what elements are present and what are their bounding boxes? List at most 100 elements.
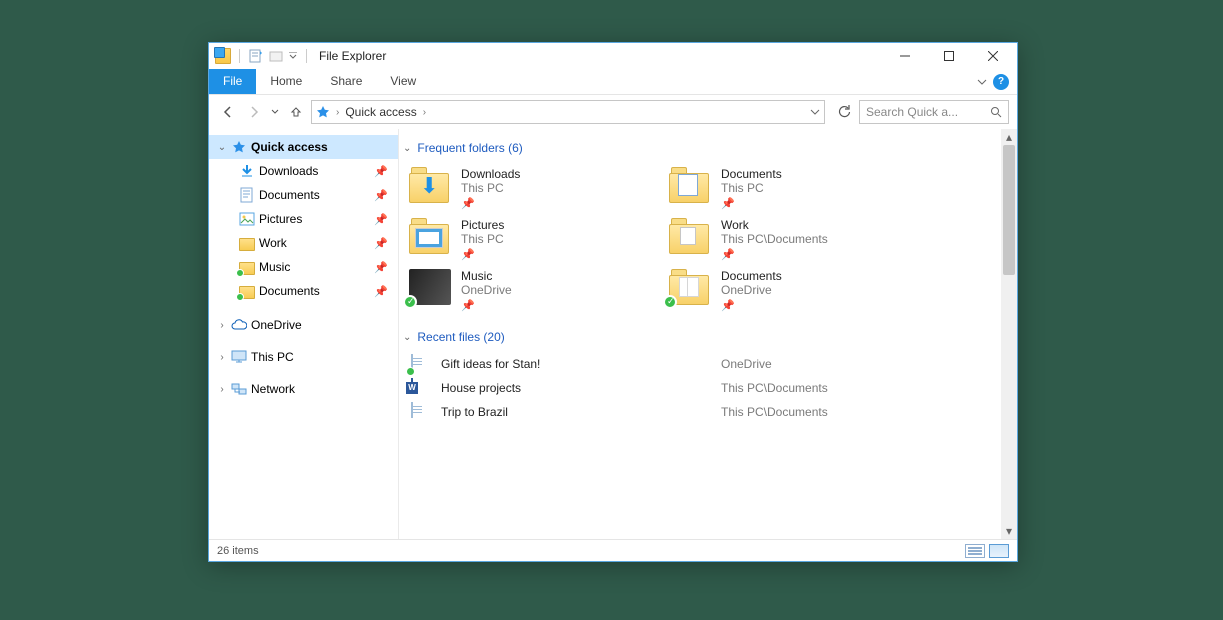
tree-item-pictures[interactable]: Pictures 📌 xyxy=(209,207,398,231)
tree-this-pc[interactable]: › This PC xyxy=(209,345,398,369)
folder-name: Work xyxy=(721,218,828,232)
folder-icon xyxy=(409,218,451,254)
ribbon-expand-icon[interactable] xyxy=(977,77,987,87)
vertical-scrollbar[interactable]: ▴ ▾ xyxy=(1001,129,1017,539)
details-view-button[interactable] xyxy=(965,544,985,558)
status-bar: 26 items xyxy=(209,539,1017,561)
window-title: File Explorer xyxy=(319,49,386,63)
document-icon xyxy=(411,355,427,373)
items-view[interactable]: ⌄ Frequent folders (6) ⬇ Downloads This … xyxy=(399,129,1001,539)
file-name: House projects xyxy=(441,381,721,395)
help-icon[interactable]: ? xyxy=(993,74,1009,90)
recent-files-list: Gift ideas for Stan! OneDrive House proj… xyxy=(403,352,997,424)
file-location: This PC\Documents xyxy=(721,381,828,395)
maximize-button[interactable] xyxy=(927,43,971,69)
tree-network[interactable]: › Network xyxy=(209,377,398,401)
tree-quick-access[interactable]: ⌄ Quick access xyxy=(209,135,398,159)
chevron-right-icon[interactable]: › xyxy=(217,320,227,331)
file-row[interactable]: Gift ideas for Stan! OneDrive xyxy=(403,352,997,376)
pin-icon: 📌 xyxy=(721,299,782,312)
folder-tile[interactable]: Documents OneDrive 📌 xyxy=(663,265,923,316)
folder-location: OneDrive xyxy=(461,283,512,297)
scroll-thumb[interactable] xyxy=(1003,145,1015,275)
folder-tile[interactable]: Music OneDrive 📌 xyxy=(403,265,663,316)
search-box[interactable]: Search Quick a... xyxy=(859,100,1009,124)
address-dropdown-icon[interactable] xyxy=(810,107,820,117)
pin-icon: 📌 xyxy=(374,237,388,250)
forward-button[interactable] xyxy=(243,101,265,123)
breadcrumb-quick-access[interactable]: Quick access xyxy=(345,105,416,119)
qat-properties-icon[interactable] xyxy=(248,48,264,64)
file-row[interactable]: House projects This PC\Documents xyxy=(403,376,997,400)
folder-icon xyxy=(669,218,711,254)
app-icon xyxy=(215,48,231,64)
chevron-right-icon[interactable]: › xyxy=(423,107,426,118)
separator xyxy=(306,49,307,63)
file-overlay-icon xyxy=(687,277,699,297)
folder-tile[interactable]: Pictures This PC 📌 xyxy=(403,214,663,265)
pin-icon: 📌 xyxy=(374,261,388,274)
qat-newfolder-icon[interactable] xyxy=(268,48,284,64)
tab-view[interactable]: View xyxy=(376,69,430,94)
back-button[interactable] xyxy=(217,101,239,123)
search-placeholder: Search Quick a... xyxy=(866,105,958,119)
chevron-right-icon[interactable]: › xyxy=(217,384,227,395)
group-header-recent[interactable]: ⌄ Recent files (20) xyxy=(403,330,997,344)
folder-tile[interactable]: Documents This PC 📌 xyxy=(663,163,923,214)
chevron-down-icon: ⌄ xyxy=(403,143,411,154)
document-icon xyxy=(411,403,427,421)
tree-item-documents-2[interactable]: Documents 📌 xyxy=(209,279,398,303)
tab-file[interactable]: File xyxy=(209,69,256,94)
tree-item-music[interactable]: Music 📌 xyxy=(209,255,398,279)
folder-name: Documents xyxy=(721,167,782,181)
download-arrow-icon: ⬇ xyxy=(420,175,438,197)
chevron-down-icon[interactable]: ⌄ xyxy=(217,142,227,153)
tree-item-documents[interactable]: Documents 📌 xyxy=(209,183,398,207)
ribbon: File Home Share View ? xyxy=(209,69,1017,95)
minimize-button[interactable] xyxy=(883,43,927,69)
tree-label: Work xyxy=(259,236,287,250)
folder-location: This PC xyxy=(461,181,520,195)
pin-icon: 📌 xyxy=(374,285,388,298)
tree-label: Documents xyxy=(259,188,320,202)
up-button[interactable] xyxy=(285,101,307,123)
file-row[interactable]: Trip to Brazil This PC\Documents xyxy=(403,400,997,424)
item-count-label: 26 items xyxy=(217,545,259,557)
file-explorer-window: File Explorer File Home Share View ? xyxy=(208,42,1018,562)
pin-icon: 📌 xyxy=(461,248,504,261)
star-icon xyxy=(231,139,247,155)
tree-onedrive[interactable]: › OneDrive xyxy=(209,313,398,337)
folder-name: Pictures xyxy=(461,218,504,232)
tree-label: This PC xyxy=(251,350,294,364)
refresh-button[interactable] xyxy=(833,101,855,123)
scroll-up-icon[interactable]: ▴ xyxy=(1001,129,1017,145)
tree-label: OneDrive xyxy=(251,318,302,332)
pin-icon: 📌 xyxy=(461,197,520,210)
folder-tile[interactable]: Work This PC\Documents 📌 xyxy=(663,214,923,265)
chevron-right-icon: › xyxy=(336,107,339,118)
search-icon xyxy=(990,106,1002,118)
address-bar[interactable]: › Quick access › xyxy=(311,100,825,124)
titlebar: File Explorer xyxy=(209,43,1017,69)
close-button[interactable] xyxy=(971,43,1015,69)
qat-dropdown-icon[interactable] xyxy=(288,48,298,64)
tab-share[interactable]: Share xyxy=(316,69,376,94)
folder-name: Music xyxy=(461,269,512,283)
quick-access-star-icon xyxy=(316,105,330,119)
tree-item-downloads[interactable]: Downloads 📌 xyxy=(209,159,398,183)
tree-label: Network xyxy=(251,382,295,396)
pin-icon: 📌 xyxy=(721,197,782,210)
frequent-folders-grid: ⬇ Downloads This PC 📌 xyxy=(403,163,997,316)
tree-label: Documents xyxy=(259,284,320,298)
cloud-icon xyxy=(231,317,247,333)
tiles-view-button[interactable] xyxy=(989,544,1009,558)
chevron-right-icon[interactable]: › xyxy=(217,352,227,363)
group-header-frequent[interactable]: ⌄ Frequent folders (6) xyxy=(403,141,997,155)
tab-home[interactable]: Home xyxy=(256,69,316,94)
scroll-down-icon[interactable]: ▾ xyxy=(1001,523,1017,539)
folder-icon: ⬇ xyxy=(409,167,451,203)
tree-item-work[interactable]: Work 📌 xyxy=(209,231,398,255)
download-icon xyxy=(239,163,255,179)
recent-locations-button[interactable] xyxy=(269,101,281,123)
folder-tile[interactable]: ⬇ Downloads This PC 📌 xyxy=(403,163,663,214)
